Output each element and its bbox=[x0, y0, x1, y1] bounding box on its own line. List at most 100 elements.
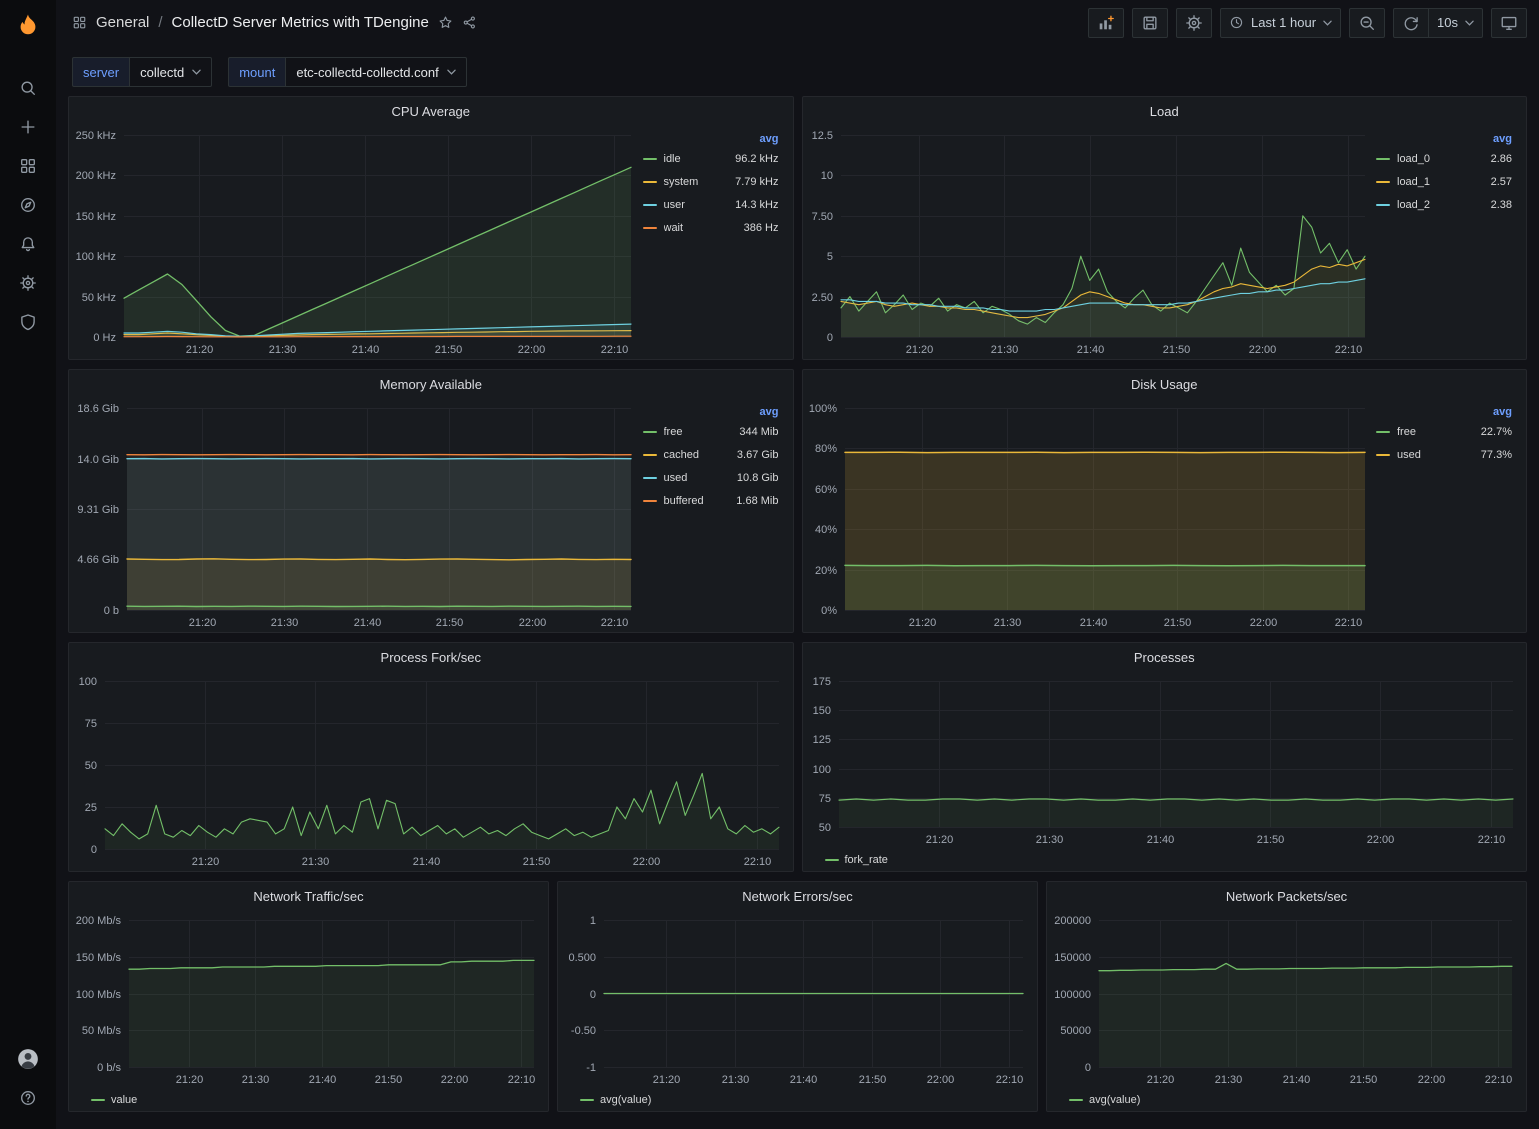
series-name[interactable]: cached bbox=[664, 449, 731, 461]
svg-text:22:00: 22:00 bbox=[1248, 344, 1276, 356]
series-avg-value: 7.79 kHz bbox=[735, 176, 778, 188]
legend-item-buffered[interactable]: buffered1.68 Mib bbox=[643, 489, 779, 512]
chart-disk-usage[interactable]: 0%20%40%60%80%100%21:2021:3021:4021:5022… bbox=[803, 398, 1375, 632]
dashboards-icon[interactable] bbox=[72, 15, 87, 30]
series-name[interactable]: used bbox=[664, 472, 731, 484]
chart-network-traffic[interactable]: 0 b/s50 Mb/s100 Mb/s150 Mb/s200 Mb/s21:2… bbox=[69, 910, 544, 1089]
legend-item-idle[interactable]: idle96.2 kHz bbox=[643, 147, 779, 170]
chart-load[interactable]: 02.5057.501012.521:2021:3021:4021:5022:0… bbox=[803, 125, 1375, 359]
svg-text:200 Mb/s: 200 Mb/s bbox=[76, 915, 122, 927]
user-avatar[interactable] bbox=[9, 1044, 47, 1074]
chart-network-packets[interactable]: 05000010000015000020000021:2021:3021:402… bbox=[1047, 910, 1522, 1089]
legend-item-wait[interactable]: wait386 Hz bbox=[643, 216, 779, 239]
panel-title[interactable]: Network Traffic/sec bbox=[69, 882, 548, 910]
legend-avg-column-header[interactable]: avg bbox=[1493, 406, 1512, 418]
chart-network-errors[interactable]: -1-0.5000.500121:2021:3021:4021:5022:002… bbox=[558, 910, 1033, 1089]
svg-text:0 b/s: 0 b/s bbox=[97, 1062, 121, 1074]
series-name[interactable]: used bbox=[1397, 449, 1475, 461]
legend-item-value[interactable]: value bbox=[91, 1094, 137, 1106]
legend-item-avg(value)[interactable]: avg(value) bbox=[580, 1094, 651, 1106]
series-name[interactable]: fork_rate bbox=[845, 854, 888, 866]
series-name[interactable]: avg(value) bbox=[600, 1094, 651, 1106]
tv-mode-button[interactable] bbox=[1491, 8, 1527, 38]
configuration-gear-icon[interactable] bbox=[9, 268, 47, 298]
variable-server-dropdown[interactable]: collectd bbox=[129, 57, 212, 87]
series-name[interactable]: avg(value) bbox=[1089, 1094, 1140, 1106]
legend-item-used[interactable]: used 10.8 Gib bbox=[643, 466, 779, 489]
chart-processes[interactable]: 507510012515017521:2021:3021:4021:5022:0… bbox=[803, 671, 1523, 849]
legend-avg-column-header[interactable]: avg bbox=[1493, 133, 1512, 145]
svg-text:21:20: 21:20 bbox=[1147, 1074, 1175, 1086]
chart-cpu-average[interactable]: 0 Hz50 kHz100 kHz150 kHz200 kHz250 kHz21… bbox=[69, 125, 641, 359]
variable-server-label: server bbox=[72, 57, 129, 87]
series-name[interactable]: value bbox=[111, 1094, 137, 1106]
series-name[interactable]: buffered bbox=[664, 495, 731, 507]
add-panel-button[interactable] bbox=[1088, 8, 1124, 38]
svg-text:175: 175 bbox=[812, 676, 830, 688]
zoom-out-time-button[interactable] bbox=[1349, 8, 1385, 38]
legend-item-cached[interactable]: cached3.67 Gib bbox=[643, 443, 779, 466]
series-name[interactable]: load_2 bbox=[1397, 199, 1485, 211]
create-plus-icon[interactable] bbox=[9, 112, 47, 142]
server-admin-shield-icon[interactable] bbox=[9, 307, 47, 337]
legend: avg load_02.86 load_1 2.57 load_2 2.38 bbox=[1374, 125, 1522, 359]
series-name[interactable]: user bbox=[664, 199, 730, 211]
panel-title[interactable]: Network Packets/sec bbox=[1047, 882, 1526, 910]
time-range-picker[interactable]: Last 1 hour bbox=[1220, 8, 1341, 38]
variable-mount-dropdown[interactable]: etc-collectd-collectd.conf bbox=[285, 57, 466, 87]
legend-item-free[interactable]: free22.7% bbox=[1376, 420, 1512, 443]
series-name[interactable]: system bbox=[664, 176, 730, 188]
panel-title[interactable]: Memory Available bbox=[69, 370, 793, 398]
series-name[interactable]: free bbox=[664, 426, 734, 438]
svg-text:-0.50: -0.50 bbox=[571, 1025, 596, 1037]
series-name[interactable]: idle bbox=[664, 153, 730, 165]
alerting-bell-icon[interactable] bbox=[9, 229, 47, 259]
svg-text:60%: 60% bbox=[814, 484, 836, 496]
grafana-logo[interactable] bbox=[12, 10, 44, 42]
svg-text:21:40: 21:40 bbox=[1146, 834, 1174, 846]
legend: avg(value) bbox=[558, 1089, 1037, 1111]
dashboards-icon[interactable] bbox=[9, 151, 47, 181]
chart-process-fork[interactable]: 025507510021:2021:3021:4021:5022:0022:10 bbox=[69, 671, 789, 871]
refresh-button[interactable] bbox=[1393, 8, 1429, 38]
panel-title[interactable]: Processes bbox=[803, 643, 1527, 671]
legend-item-user[interactable]: user14.3 kHz bbox=[643, 193, 779, 216]
legend-item-used[interactable]: used77.3% bbox=[1376, 443, 1512, 466]
series-avg-value: 10.8 Gib bbox=[737, 472, 779, 484]
legend-item-load_2[interactable]: load_2 2.38 bbox=[1376, 193, 1512, 216]
series-avg-value: 2.38 bbox=[1491, 199, 1512, 211]
explore-compass-icon[interactable] bbox=[9, 190, 47, 220]
help-icon[interactable] bbox=[9, 1083, 47, 1113]
panel-title[interactable]: Disk Usage bbox=[803, 370, 1527, 398]
svg-text:21:20: 21:20 bbox=[653, 1074, 681, 1086]
svg-text:20%: 20% bbox=[814, 565, 836, 577]
legend-avg-column-header[interactable]: avg bbox=[760, 133, 779, 145]
svg-text:150 kHz: 150 kHz bbox=[76, 211, 116, 223]
series-name[interactable]: wait bbox=[664, 222, 738, 234]
svg-text:22:00: 22:00 bbox=[633, 856, 661, 868]
legend-item-avg(value)[interactable]: avg(value) bbox=[1069, 1094, 1140, 1106]
legend-item-fork_rate[interactable]: fork_rate bbox=[825, 854, 888, 866]
save-dashboard-button[interactable] bbox=[1132, 8, 1168, 38]
panel-title[interactable]: Process Fork/sec bbox=[69, 643, 793, 671]
dashboard-settings-button[interactable] bbox=[1176, 8, 1212, 38]
legend-avg-column-header[interactable]: avg bbox=[760, 406, 779, 418]
series-name[interactable]: free bbox=[1397, 426, 1475, 438]
star-icon[interactable] bbox=[438, 15, 453, 30]
panel-title[interactable]: CPU Average bbox=[69, 97, 793, 125]
share-icon[interactable] bbox=[462, 15, 477, 30]
legend-item-free[interactable]: free344 Mib bbox=[643, 420, 779, 443]
breadcrumb-section[interactable]: General bbox=[96, 14, 149, 31]
series-avg-value: 2.57 bbox=[1491, 176, 1512, 188]
chart-memory-available[interactable]: 0 b4.66 Gib9.31 Gib14.0 Gib18.6 Gib21:20… bbox=[69, 398, 641, 632]
legend-item-system[interactable]: system 7.79 kHz bbox=[643, 170, 779, 193]
series-name[interactable]: load_0 bbox=[1397, 153, 1485, 165]
legend-item-load_1[interactable]: load_1 2.57 bbox=[1376, 170, 1512, 193]
legend-item-load_0[interactable]: load_02.86 bbox=[1376, 147, 1512, 170]
series-name[interactable]: load_1 bbox=[1397, 176, 1485, 188]
search-icon[interactable] bbox=[9, 73, 47, 103]
refresh-interval-picker[interactable]: 10s bbox=[1429, 8, 1483, 38]
panel-title[interactable]: Network Errors/sec bbox=[558, 882, 1037, 910]
series-color-swatch bbox=[643, 431, 657, 433]
panel-title[interactable]: Load bbox=[803, 97, 1527, 125]
